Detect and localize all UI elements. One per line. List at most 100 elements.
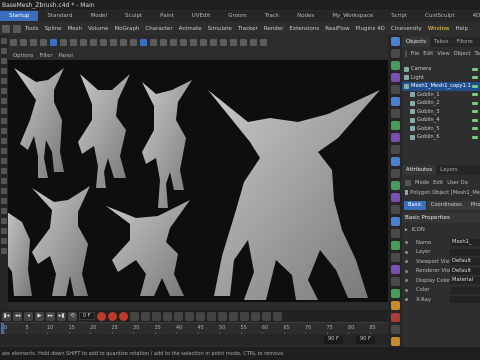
- side-tool-icon[interactable]: [390, 265, 400, 274]
- layout-tab[interactable]: Standard: [38, 11, 81, 21]
- settings-icon[interactable]: [160, 39, 167, 46]
- layout-tab[interactable]: UVEdit: [183, 11, 219, 21]
- property-value[interactable]: Default: [450, 258, 480, 266]
- side-tool-icon[interactable]: [390, 241, 400, 250]
- left-tool-icon[interactable]: [1, 228, 7, 234]
- menu-item[interactable]: Extensions: [286, 26, 322, 32]
- left-tool-icon[interactable]: [1, 138, 7, 144]
- left-tool-icon[interactable]: [1, 88, 7, 94]
- objects-menu-item[interactable]: Object: [454, 51, 471, 57]
- menu-item[interactable]: Plugins 4D: [353, 26, 388, 32]
- dots-icon[interactable]: [200, 39, 207, 46]
- objects-menu-item[interactable]: Ta: [475, 51, 480, 57]
- 3d-viewport[interactable]: [8, 60, 388, 302]
- brush-icon[interactable]: [70, 39, 77, 46]
- menu-item[interactable]: Spline: [42, 26, 65, 32]
- side-tool-icon[interactable]: [390, 121, 400, 130]
- menu-item[interactable]: Animate: [176, 26, 205, 32]
- left-tool-icon[interactable]: [1, 128, 7, 134]
- display-icon[interactable]: [220, 39, 227, 46]
- attributes-menu-item[interactable]: User Da: [447, 180, 468, 186]
- side-tool-icon[interactable]: [390, 85, 400, 94]
- side-tool-icon[interactable]: [390, 277, 400, 286]
- menu-item[interactable]: Mesh: [64, 26, 84, 32]
- attr-sub-tab[interactable]: Coordinates: [426, 201, 466, 210]
- layout-tab[interactable]: Paint: [151, 11, 183, 21]
- loop-icon[interactable]: ⟲: [68, 311, 77, 321]
- render-view-icon[interactable]: [150, 39, 157, 46]
- panel-menu-icon[interactable]: [405, 50, 407, 57]
- key-tool-icon[interactable]: [239, 311, 249, 321]
- left-tool-icon[interactable]: [1, 98, 7, 104]
- object-row[interactable]: Mesh1_Mesh1_copy1.1: [402, 82, 480, 91]
- side-tool-icon[interactable]: [390, 145, 400, 154]
- icon-row[interactable]: ▸ ICON: [402, 225, 480, 234]
- property-value[interactable]: [450, 296, 480, 304]
- side-tool-icon[interactable]: [390, 61, 400, 70]
- side-tool-icon[interactable]: [390, 133, 400, 142]
- attr-sub-tab[interactable]: Basic: [404, 201, 426, 210]
- play-icon[interactable]: ▶: [35, 311, 44, 321]
- object-row[interactable]: Goblin_1: [402, 91, 480, 100]
- material-icon[interactable]: [170, 39, 177, 46]
- objects-tab[interactable]: Filtere: [453, 37, 477, 47]
- objects-tab[interactable]: Takes: [430, 37, 453, 47]
- visibility-dots-icon[interactable]: [472, 135, 478, 139]
- attr-menu-icon[interactable]: [405, 179, 411, 186]
- camera-icon[interactable]: [100, 39, 107, 46]
- menu-item[interactable]: Volume: [85, 26, 111, 32]
- left-tool-icon[interactable]: [1, 108, 7, 114]
- menu-item[interactable]: Cineversity: [388, 26, 425, 32]
- menu-item[interactable]: Tracker: [235, 26, 261, 32]
- left-tool-icon[interactable]: [1, 58, 7, 64]
- side-tool-icon[interactable]: [390, 157, 400, 166]
- side-tool-icon[interactable]: [390, 97, 400, 106]
- layout-tab[interactable]: Startup: [0, 11, 39, 21]
- side-tool-icon[interactable]: [390, 73, 400, 82]
- left-tool-icon[interactable]: [1, 118, 7, 124]
- object-row[interactable]: Light: [402, 74, 480, 83]
- side-tool-icon[interactable]: [390, 49, 400, 58]
- auto-key-icon[interactable]: [107, 311, 117, 321]
- attr-sub-tab[interactable]: Pho: [466, 201, 480, 210]
- move-icon[interactable]: [10, 39, 17, 46]
- sculpt-icon[interactable]: [80, 39, 87, 46]
- snap-icon[interactable]: [120, 39, 127, 46]
- menu-item[interactable]: Window: [425, 26, 453, 32]
- visibility-dots-icon[interactable]: [472, 76, 478, 80]
- property-value[interactable]: [450, 248, 480, 256]
- key-tool-icon[interactable]: [129, 311, 139, 321]
- hud-icon[interactable]: [260, 39, 267, 46]
- floor-icon[interactable]: [180, 39, 187, 46]
- cube-icon[interactable]: [50, 39, 57, 46]
- property-value[interactable]: Mesh1_: [450, 239, 480, 247]
- menu-item[interactable]: Tools: [22, 26, 42, 32]
- layout-tab[interactable]: Sculpt: [116, 11, 151, 21]
- key-tool-icon[interactable]: [173, 311, 183, 321]
- menu-item[interactable]: Help: [453, 26, 472, 32]
- visibility-dots-icon[interactable]: [472, 93, 478, 97]
- menu-item[interactable]: MoGraph: [111, 26, 142, 32]
- side-tool-icon[interactable]: [390, 181, 400, 190]
- axis-icon[interactable]: [130, 39, 137, 46]
- menu-item[interactable]: Simulate: [205, 26, 235, 32]
- key-tool-icon[interactable]: [206, 311, 216, 321]
- play-reverse-icon[interactable]: ◂: [24, 311, 33, 321]
- step-back-icon[interactable]: ◂◂: [13, 311, 22, 321]
- left-tool-icon[interactable]: [1, 148, 7, 154]
- side-tool-icon[interactable]: [390, 37, 400, 46]
- visibility-dots-icon[interactable]: [472, 118, 478, 122]
- object-row[interactable]: Goblin_6: [402, 133, 480, 142]
- key-tool-icon[interactable]: [162, 311, 172, 321]
- panel-icon[interactable]: [250, 39, 257, 46]
- visibility-dots-icon[interactable]: [472, 84, 478, 88]
- side-tool-icon[interactable]: [390, 325, 400, 334]
- left-tool-icon[interactable]: [1, 188, 7, 194]
- left-tool-icon[interactable]: [1, 178, 7, 184]
- viewport-menu-item[interactable]: Options: [10, 53, 36, 59]
- left-tool-icon[interactable]: [1, 198, 7, 204]
- left-tool-icon[interactable]: [1, 48, 7, 54]
- key-tool-icon[interactable]: [228, 311, 238, 321]
- layout-tab[interactable]: CustSculpt: [416, 11, 464, 21]
- left-tool-icon[interactable]: [1, 168, 7, 174]
